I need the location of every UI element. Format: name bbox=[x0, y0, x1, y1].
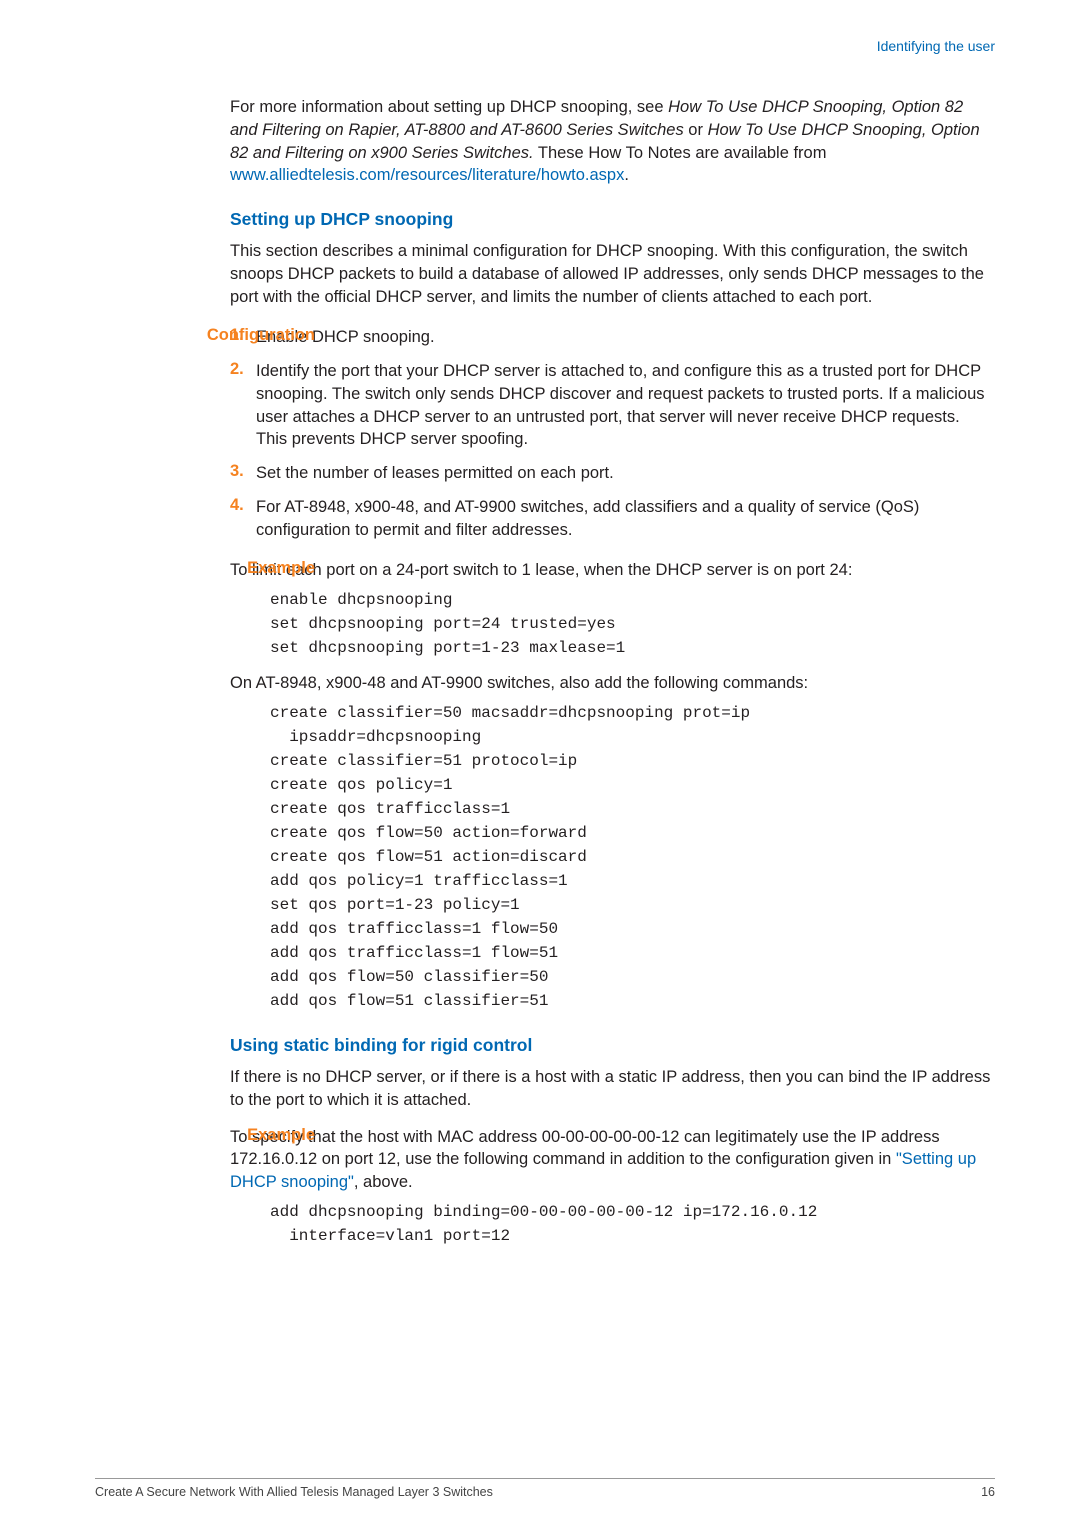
step-number-4: 4. bbox=[230, 496, 256, 542]
page-footer: Create A Secure Network With Allied Tele… bbox=[95, 1478, 995, 1499]
configuration-label: Configuration bbox=[190, 326, 315, 345]
example-2-code: add dhcpsnooping binding=00-00-00-00-00-… bbox=[270, 1200, 995, 1248]
sec2-paragraph: If there is no DHCP server, or if there … bbox=[230, 1066, 995, 1112]
step-text-4: For AT-8948, x900-48, and AT-9900 switch… bbox=[256, 496, 995, 542]
example-1-code-1: enable dhcpsnooping set dhcpsnooping por… bbox=[270, 588, 995, 660]
step-number-2: 2. bbox=[230, 360, 256, 451]
example-1-lead: To limit each port on a 24-port switch t… bbox=[230, 559, 995, 582]
config-step-4: 4. For AT-8948, x900-48, and AT-9900 swi… bbox=[230, 496, 995, 542]
example-2-lead-pre: To specify that the host with MAC addres… bbox=[230, 1128, 940, 1169]
footer-doc-title: Create A Secure Network With Allied Tele… bbox=[95, 1485, 493, 1499]
example-2-label: Example bbox=[190, 1126, 315, 1145]
intro-text-1: For more information about setting up DH… bbox=[230, 98, 668, 116]
heading-setting-up-dhcp-snooping: Setting up DHCP snooping bbox=[230, 209, 995, 230]
config-step-1: 1. Enable DHCP snooping. bbox=[230, 326, 995, 349]
intro-link[interactable]: www.alliedtelesis.com/resources/literatu… bbox=[230, 166, 624, 184]
config-step-2: 2. Identify the port that your DHCP serv… bbox=[230, 360, 995, 451]
intro-text-4: . bbox=[624, 166, 629, 184]
example-1-code-2: create classifier=50 macsaddr=dhcpsnoopi… bbox=[270, 701, 995, 1013]
example-1-para-2: On AT-8948, x900-48 and AT-9900 switches… bbox=[230, 672, 995, 695]
sec1-paragraph: This section describes a minimal configu… bbox=[230, 240, 995, 308]
heading-static-binding: Using static binding for rigid control bbox=[230, 1035, 995, 1056]
step-text-2: Identify the port that your DHCP server … bbox=[256, 360, 995, 451]
intro-paragraph: For more information about setting up DH… bbox=[230, 96, 995, 187]
intro-text-2: or bbox=[684, 121, 708, 139]
header-section-link[interactable]: Identifying the user bbox=[877, 38, 995, 54]
config-step-3: 3. Set the number of leases permitted on… bbox=[230, 462, 995, 485]
step-text-1: Enable DHCP snooping. bbox=[256, 326, 995, 349]
intro-text-3: These How To Notes are available from bbox=[534, 144, 827, 162]
example-1-label: Example bbox=[190, 559, 315, 578]
step-number-3: 3. bbox=[230, 462, 256, 485]
example-2-lead: To specify that the host with MAC addres… bbox=[230, 1126, 995, 1194]
example-2-lead-post: , above. bbox=[354, 1173, 413, 1191]
step-text-3: Set the number of leases permitted on ea… bbox=[256, 462, 995, 485]
footer-page-number: 16 bbox=[981, 1485, 995, 1499]
